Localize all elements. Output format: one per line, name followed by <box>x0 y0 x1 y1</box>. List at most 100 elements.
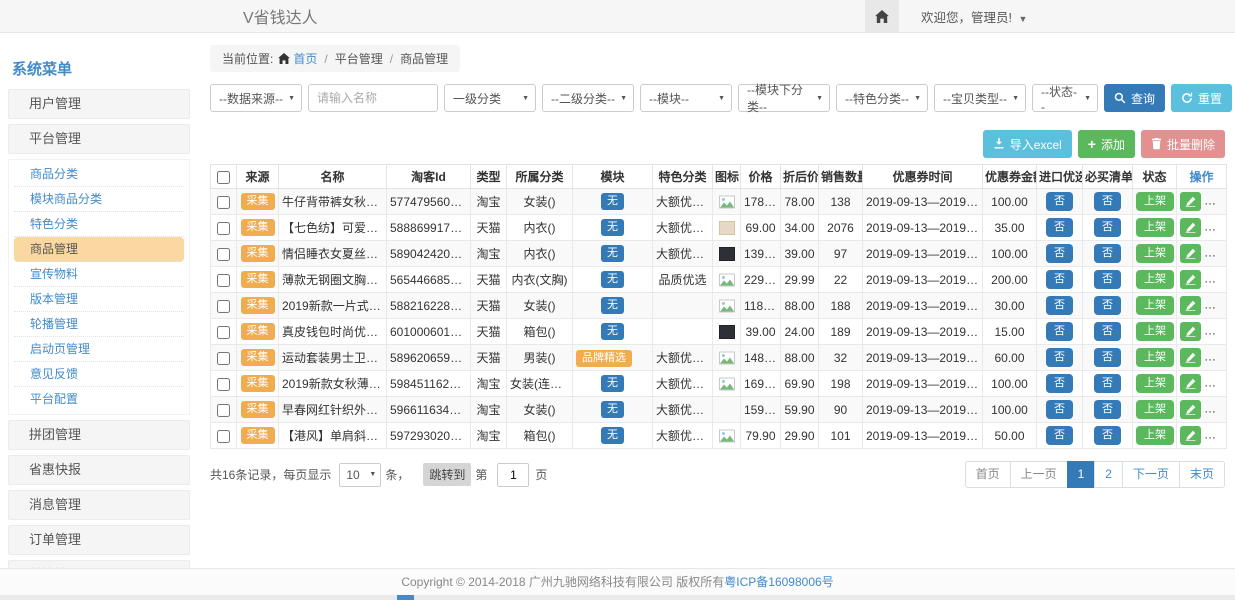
row-checkbox[interactable] <box>217 196 230 209</box>
row-checkbox[interactable] <box>217 274 230 287</box>
sidebar-item[interactable]: 用户管理 <box>8 89 190 119</box>
home-button[interactable] <box>865 0 899 32</box>
status-badge[interactable]: 上架 <box>1136 400 1174 419</box>
sidebar-subitem[interactable]: 模块商品分类 <box>14 187 184 212</box>
name-search-input[interactable] <box>308 84 438 112</box>
must-buy-toggle-badge[interactable]: 否 <box>1094 348 1121 367</box>
row-checkbox[interactable] <box>217 222 230 235</box>
sidebar-item[interactable]: 消息管理 <box>8 490 190 520</box>
row-checkbox[interactable] <box>217 326 230 339</box>
must-buy-toggle-badge[interactable]: 否 <box>1094 192 1121 211</box>
sidebar-subitem[interactable]: 商品管理 <box>14 237 184 262</box>
filter-select[interactable]: 一级分类▼ <box>444 84 536 112</box>
status-badge[interactable]: 上架 <box>1136 244 1174 263</box>
batch-delete-button[interactable]: 批量删除 <box>1141 130 1225 158</box>
import-excel-button[interactable]: 导入excel <box>983 130 1072 158</box>
pager-button[interactable]: 1 <box>1067 461 1096 488</box>
pager-button[interactable]: 上一页 <box>1010 461 1068 488</box>
reset-button[interactable]: 重置 <box>1171 84 1232 112</box>
sidebar-item[interactable]: 拼团管理 <box>8 420 190 450</box>
import-toggle-badge[interactable]: 否 <box>1046 374 1073 393</box>
edit-button[interactable] <box>1180 218 1201 237</box>
filter-select[interactable]: --模块--▼ <box>640 84 732 112</box>
edit-button[interactable] <box>1180 192 1201 211</box>
edit-button[interactable] <box>1180 400 1201 419</box>
module-cell: 品牌精选爱上运动 <box>573 345 653 371</box>
edit-button[interactable] <box>1180 426 1201 445</box>
status-badge[interactable]: 上架 <box>1136 218 1174 237</box>
sidebar-subitem[interactable]: 宣传物料 <box>14 262 184 287</box>
edit-button[interactable] <box>1180 374 1201 393</box>
pager-button[interactable]: 首页 <box>965 461 1011 488</box>
must-buy-toggle-badge[interactable]: 否 <box>1094 218 1121 237</box>
status-badge[interactable]: 上架 <box>1136 270 1174 289</box>
filter-select[interactable]: --宝贝类型--▼ <box>934 84 1026 112</box>
sidebar-subitem[interactable]: 特色分类 <box>14 212 184 237</box>
sidebar-item[interactable]: 订单管理 <box>8 525 190 555</box>
import-toggle-badge[interactable]: 否 <box>1046 348 1073 367</box>
filter-select[interactable]: --状态--▼ <box>1032 84 1098 112</box>
user-menu[interactable]: 欢迎您，管理员! ▼ <box>921 7 1027 26</box>
price-cell: 118.00 <box>741 293 781 319</box>
sidebar-subitem[interactable]: 商品分类 <box>14 162 184 187</box>
filter-select[interactable]: --特色分类--▼ <box>836 84 928 112</box>
filter-select[interactable]: --模块下分类--▼ <box>738 84 830 112</box>
feature-cell: 大额优惠券 <box>653 189 713 215</box>
import-toggle-badge[interactable]: 否 <box>1046 322 1073 341</box>
breadcrumb-home-link[interactable]: 首页 <box>293 50 317 67</box>
must-buy-toggle-badge[interactable]: 否 <box>1094 374 1121 393</box>
status-badge[interactable]: 上架 <box>1136 192 1174 211</box>
status-badge[interactable]: 上架 <box>1136 374 1174 393</box>
add-button[interactable]: + 添加 <box>1078 130 1135 158</box>
price-cell: 169.90 <box>741 371 781 397</box>
filter-select[interactable]: --二级分类--▼ <box>542 84 634 112</box>
import-toggle-badge[interactable]: 否 <box>1046 426 1073 445</box>
import-toggle-badge[interactable]: 否 <box>1046 192 1073 211</box>
must-buy-toggle-badge[interactable]: 否 <box>1094 244 1121 263</box>
jump-to-button[interactable]: 跳转到 <box>423 463 471 486</box>
sidebar-subitem[interactable]: 平台配置 <box>14 387 184 412</box>
pager-button[interactable]: 2 <box>1094 461 1123 488</box>
sidebar-item[interactable]: 省惠快报 <box>8 455 190 485</box>
filter-select[interactable]: --数据来源--▼ <box>210 84 302 112</box>
sidebar-item[interactable]: 平台管理 <box>8 124 190 154</box>
edit-button[interactable] <box>1180 244 1201 263</box>
pager-button[interactable]: 下一页 <box>1122 461 1180 488</box>
per-page-select[interactable]: 10 ▼ <box>339 463 381 487</box>
select-all-checkbox[interactable] <box>217 171 230 184</box>
must-buy-toggle-badge[interactable]: 否 <box>1094 426 1121 445</box>
row-checkbox[interactable] <box>217 300 230 313</box>
edit-button[interactable] <box>1180 322 1201 341</box>
page-number-input[interactable] <box>497 463 529 487</box>
edit-button[interactable] <box>1180 348 1201 367</box>
must-buy-toggle-badge[interactable]: 否 <box>1094 322 1121 341</box>
import-toggle-badge[interactable]: 否 <box>1046 244 1073 263</box>
import-toggle-badge[interactable]: 否 <box>1046 270 1073 289</box>
row-checkbox[interactable] <box>217 378 230 391</box>
import-toggle-badge[interactable]: 否 <box>1046 218 1073 237</box>
status-badge[interactable]: 上架 <box>1136 348 1174 367</box>
edit-button[interactable] <box>1180 296 1201 315</box>
must-buy-toggle-badge[interactable]: 否 <box>1094 400 1121 419</box>
row-checkbox[interactable] <box>217 404 230 417</box>
row-checkbox[interactable] <box>217 352 230 365</box>
sidebar-item[interactable]: 兑换管理 <box>8 560 190 568</box>
must-buy-toggle-badge[interactable]: 否 <box>1094 270 1121 289</box>
edit-button[interactable] <box>1180 270 1201 289</box>
status-badge[interactable]: 上架 <box>1136 322 1174 341</box>
import-toggle-badge[interactable]: 否 <box>1046 296 1073 315</box>
discount-price-cell: 24.00 <box>781 319 819 345</box>
status-badge[interactable]: 上架 <box>1136 296 1174 315</box>
pager-button[interactable]: 末页 <box>1179 461 1225 488</box>
row-checkbox[interactable] <box>217 430 230 443</box>
row-checkbox[interactable] <box>217 248 230 261</box>
sidebar-subitem[interactable]: 启动页管理 <box>14 337 184 362</box>
sidebar-subitem[interactable]: 版本管理 <box>14 287 184 312</box>
sidebar-subitem[interactable]: 意见反馈 <box>14 362 184 387</box>
import-toggle-badge[interactable]: 否 <box>1046 400 1073 419</box>
status-badge[interactable]: 上架 <box>1136 426 1174 445</box>
sidebar-subitem[interactable]: 轮播管理 <box>14 312 184 337</box>
must-buy-toggle-badge[interactable]: 否 <box>1094 296 1121 315</box>
icp-link[interactable]: 粤ICP备16098006号 <box>724 575 833 589</box>
search-button[interactable]: 查询 <box>1104 84 1165 112</box>
